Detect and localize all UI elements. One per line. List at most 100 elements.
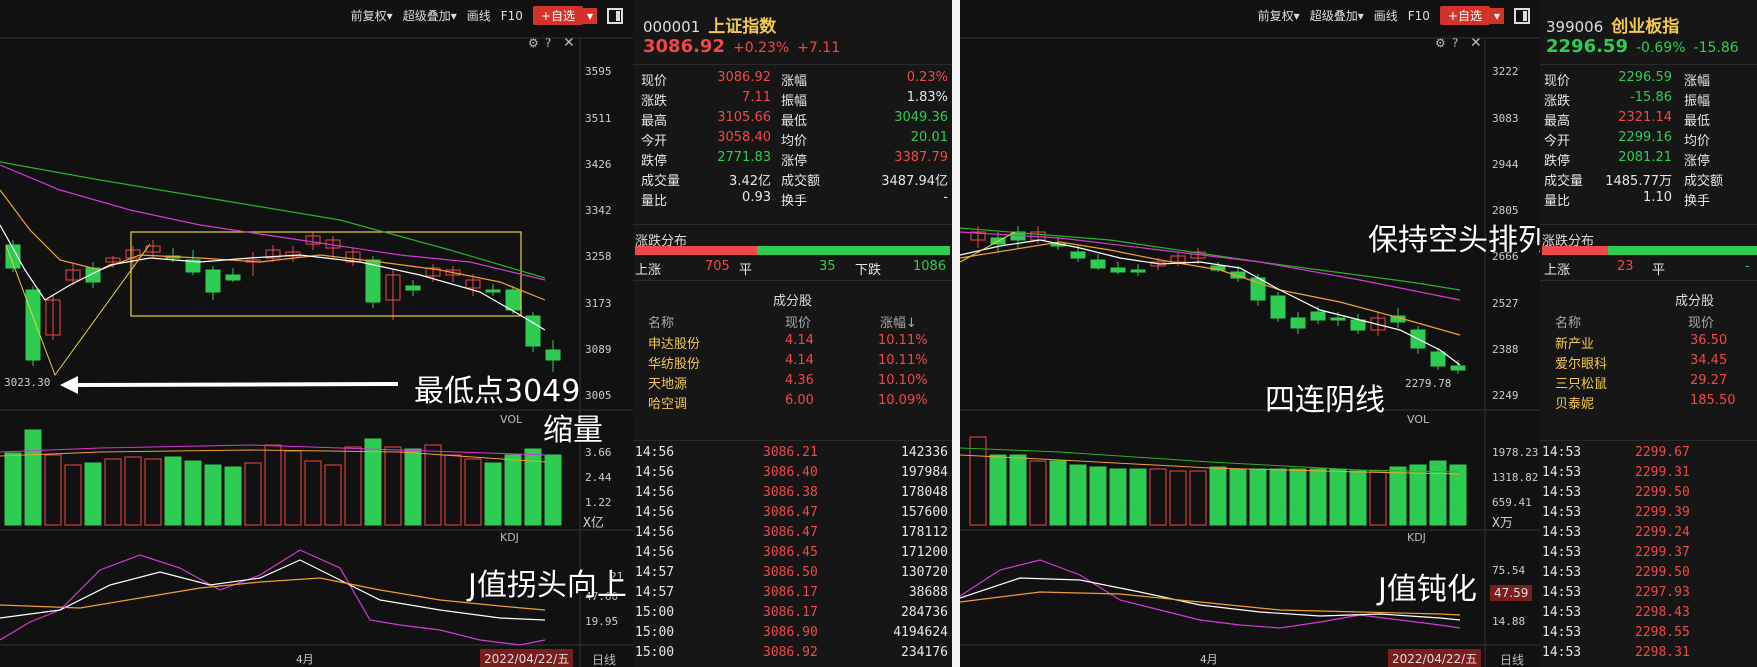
component-name[interactable]: 新产业 bbox=[1555, 333, 1594, 352]
vol-axis-label: 1978.23 bbox=[1492, 446, 1539, 459]
kdj-j-line bbox=[0, 549, 546, 646]
volume-bar bbox=[989, 454, 1007, 526]
j-dull-annotation: J值钝化 bbox=[1378, 572, 1477, 607]
tick-time: 14:53 bbox=[1542, 565, 1582, 580]
dist-bar-up bbox=[635, 246, 757, 255]
stat-label: 成交额 bbox=[1684, 174, 1724, 189]
component-price: 4.36 bbox=[785, 373, 814, 388]
component-name[interactable]: 申达股份 bbox=[648, 333, 700, 352]
component-name[interactable]: 华纺股份 bbox=[648, 353, 700, 372]
stat-value: 3058.40 bbox=[717, 130, 771, 145]
kdj-axis-label: 14.88 bbox=[1492, 615, 1526, 628]
volume-bar bbox=[1429, 460, 1447, 526]
kdj-label: KDJ bbox=[500, 531, 519, 544]
col-change[interactable]: 涨幅↓ bbox=[880, 312, 917, 331]
volume-bar bbox=[204, 464, 222, 526]
candle-body bbox=[205, 269, 221, 293]
price-axis-label: 3511 bbox=[585, 112, 612, 125]
index-change-pct: -0.69% bbox=[1635, 40, 1686, 56]
panel-divider bbox=[952, 0, 960, 667]
index-code: 399006 bbox=[1546, 18, 1604, 36]
component-name[interactable]: 三只松鼠 bbox=[1555, 373, 1607, 392]
price-axis-label: 3258 bbox=[585, 250, 612, 263]
index-name: 上证指数 bbox=[708, 17, 777, 37]
tick-price: 2299.31 bbox=[1635, 465, 1690, 480]
vol-unit-label: X亿 bbox=[583, 516, 604, 531]
trend-line bbox=[960, 231, 1016, 263]
period-label[interactable]: 日线 bbox=[592, 651, 616, 667]
volume-bar bbox=[1369, 470, 1387, 526]
candle-body bbox=[225, 274, 241, 281]
tick-price: 2299.67 bbox=[1635, 445, 1690, 460]
stat-value: 2299.16 bbox=[1618, 130, 1672, 145]
stat-label: 最高 bbox=[641, 114, 668, 129]
period-label[interactable]: 日线 bbox=[1500, 651, 1524, 667]
candle-body bbox=[1330, 317, 1346, 321]
price-axis-label: 2944 bbox=[1492, 158, 1519, 171]
tick-price: 3086.17 bbox=[763, 585, 818, 600]
stat-label: 涨跌 bbox=[641, 94, 668, 109]
volume-bar bbox=[1109, 468, 1127, 526]
index-name: 创业板指 bbox=[1611, 17, 1680, 37]
dist-bar bbox=[635, 246, 950, 255]
flat-label: 平 bbox=[739, 263, 753, 278]
vol-axis-label: 659.41 bbox=[1492, 496, 1532, 509]
stat-value: 2771.83 bbox=[717, 150, 771, 165]
component-name[interactable]: 贝泰妮 bbox=[1555, 393, 1594, 412]
price-axis-label: 3222 bbox=[1492, 65, 1519, 78]
volume-bar bbox=[344, 446, 362, 526]
stat-label: 量比 bbox=[641, 194, 668, 209]
candle-body bbox=[1450, 365, 1466, 371]
stat-label: 涨幅 bbox=[1684, 74, 1711, 89]
volume-bar bbox=[1029, 460, 1047, 526]
candle-body bbox=[85, 267, 101, 283]
down-count: 1086 bbox=[913, 259, 947, 274]
low-price-label: 2279.78 bbox=[1405, 377, 1452, 390]
arrow-head bbox=[60, 376, 78, 394]
stat-value: 20.01 bbox=[910, 130, 948, 145]
index-change-pct: +0.23% bbox=[732, 40, 790, 56]
stat-label: 成交量 bbox=[641, 174, 681, 189]
component-name[interactable]: 天地源 bbox=[648, 373, 687, 392]
stat-value: 7.11 bbox=[742, 90, 771, 105]
tick-time: 14:53 bbox=[1542, 585, 1582, 600]
component-change: 10.10% bbox=[878, 373, 928, 388]
stat-label: 现价 bbox=[641, 74, 668, 89]
volume-bar bbox=[224, 466, 242, 526]
tick-price: 2299.50 bbox=[1635, 485, 1690, 500]
stat-value: 1485.77万 bbox=[1605, 174, 1672, 189]
kdj-d-line bbox=[0, 577, 546, 611]
stat-label: 振幅 bbox=[781, 94, 808, 109]
volume-bar bbox=[969, 436, 987, 526]
quote-price-line: 3086.92 +0.23% +7.11 bbox=[643, 36, 840, 57]
tick-price: 3086.47 bbox=[763, 505, 818, 520]
volume-bar bbox=[1409, 464, 1427, 526]
volume-bar bbox=[124, 456, 142, 526]
volume-bar bbox=[264, 444, 282, 526]
tick-time: 14:56 bbox=[635, 545, 675, 560]
vol-axis-label: 2.44 bbox=[585, 471, 612, 484]
tick-time: 14:53 bbox=[1542, 605, 1582, 620]
tick-volume: 197984 bbox=[901, 465, 948, 480]
candle-body bbox=[1110, 267, 1126, 273]
right-quote-panel: 399006 创业板指 2296.59 -0.69% -15.86 现价 2296.59… bbox=[1540, 0, 1757, 667]
candle-body bbox=[1090, 259, 1106, 269]
lowest-annotation: 最低点3049 bbox=[414, 374, 581, 409]
volume-bar bbox=[184, 460, 202, 526]
tick-time: 14:56 bbox=[635, 445, 675, 460]
candle-body bbox=[1350, 319, 1366, 331]
stat-value: 0.23% bbox=[906, 70, 948, 85]
component-name[interactable]: 哈空调 bbox=[648, 393, 687, 412]
candle-body bbox=[545, 349, 561, 361]
component-price: 4.14 bbox=[785, 353, 814, 368]
tick-time: 14:56 bbox=[635, 525, 675, 540]
volume-bar bbox=[324, 464, 342, 526]
four-annotation: 四连阴线 bbox=[1265, 383, 1385, 418]
date-label: 2022/04/22/五 bbox=[1388, 649, 1482, 667]
tick-time: 15:00 bbox=[635, 605, 675, 620]
component-name[interactable]: 爱尔眼科 bbox=[1555, 353, 1607, 372]
stat-label: 均价 bbox=[1684, 134, 1711, 149]
tick-time: 14:57 bbox=[635, 585, 675, 600]
tick-volume: 234176 bbox=[901, 645, 948, 660]
tick-volume: 4194624 bbox=[893, 625, 948, 640]
